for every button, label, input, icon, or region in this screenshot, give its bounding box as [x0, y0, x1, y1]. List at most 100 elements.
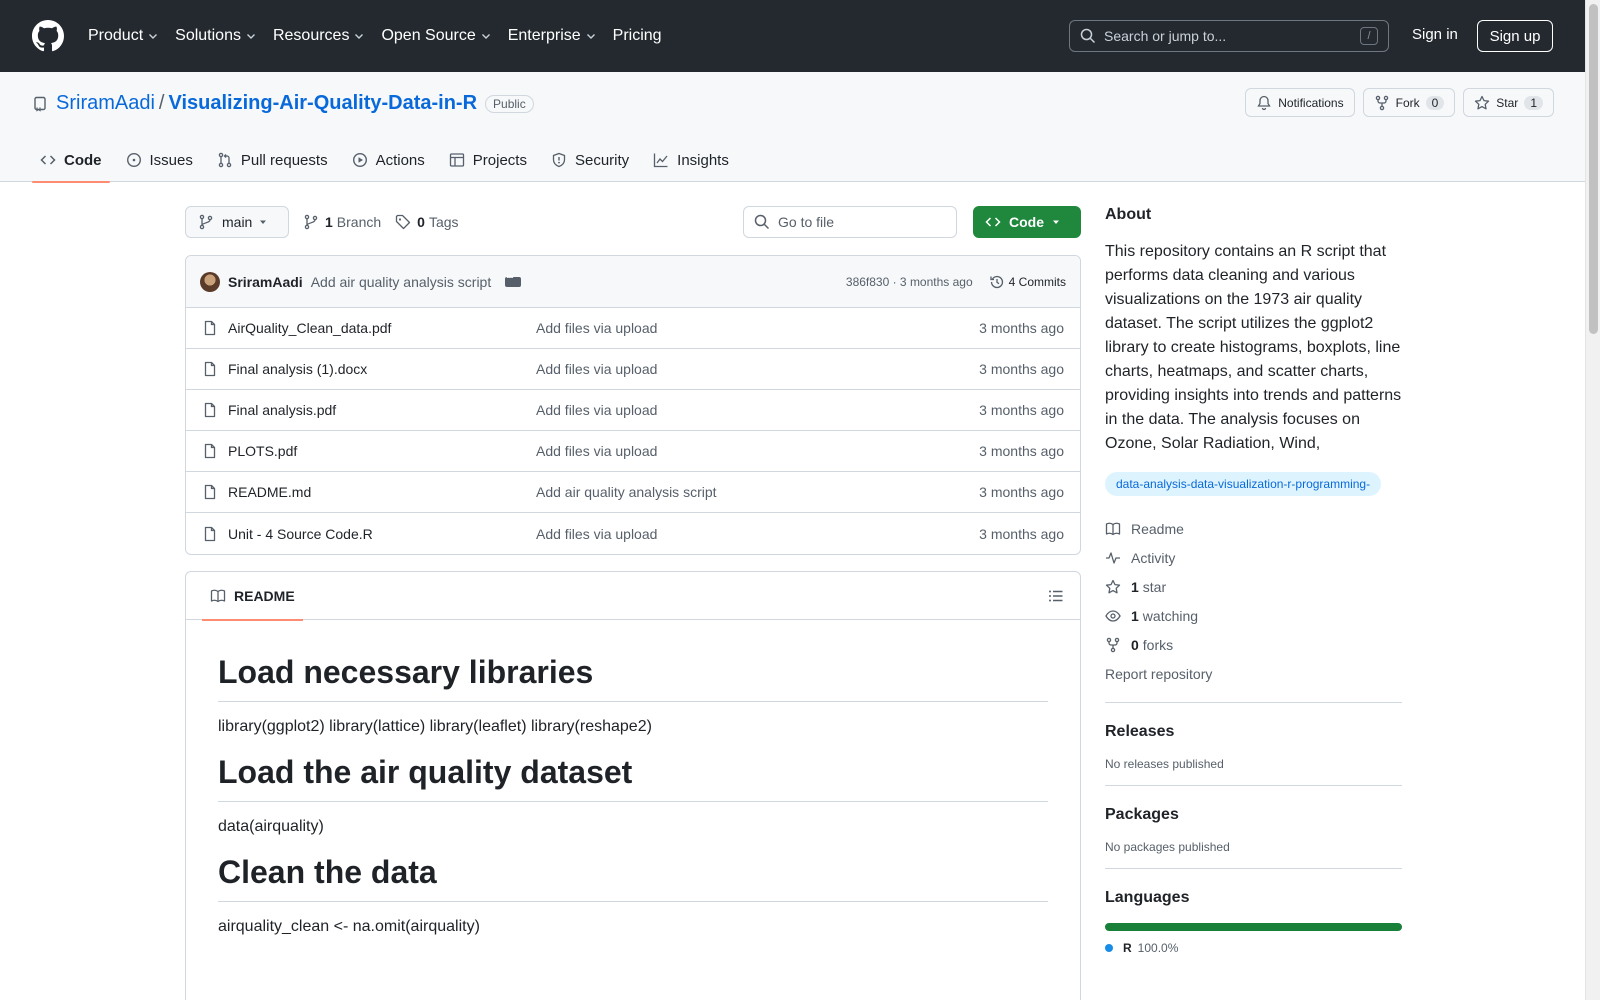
- nav-open-source[interactable]: Open Source: [381, 27, 491, 45]
- sign-in-link[interactable]: Sign in: [1412, 26, 1458, 43]
- table-row[interactable]: PLOTS.pdf Add files via upload 3 months …: [186, 431, 1080, 472]
- readme-heading: Load the air quality dataset: [218, 754, 1048, 802]
- tab-projects[interactable]: Projects: [441, 138, 535, 182]
- activity-link[interactable]: Activity: [1105, 543, 1402, 572]
- search-icon: [1080, 28, 1096, 44]
- nav-solutions[interactable]: Solutions: [175, 27, 257, 45]
- about-links: Readme Activity 1 star 1 watching 0 forks R…: [1105, 514, 1402, 688]
- branch-icon: [199, 214, 213, 230]
- file-name-link[interactable]: Final analysis.pdf: [202, 402, 536, 418]
- tags-link[interactable]: 0 Tags: [395, 214, 459, 230]
- readme-link[interactable]: Readme: [1105, 514, 1402, 543]
- caret-down-icon: [1053, 220, 1059, 224]
- file-name-link[interactable]: README.md: [202, 484, 536, 500]
- code-icon: [985, 217, 1001, 227]
- file-icon: [204, 402, 216, 418]
- report-repository-link[interactable]: Report repository: [1105, 659, 1402, 688]
- commit-author-link[interactable]: SriramAadi: [228, 274, 303, 290]
- file-commit-message[interactable]: Add files via upload: [536, 320, 657, 336]
- file-commit-message[interactable]: Add files via upload: [536, 443, 657, 459]
- tab-code[interactable]: Code: [32, 138, 110, 183]
- play-icon: [352, 152, 367, 168]
- commits-history-link[interactable]: 4 Commits: [989, 274, 1066, 290]
- commit-hash-time[interactable]: 386f830 · 3 months ago: [846, 275, 973, 289]
- star-count: 1: [1524, 95, 1543, 110]
- outline-list-icon[interactable]: [1048, 588, 1064, 604]
- nav-enterprise[interactable]: Enterprise: [508, 27, 597, 45]
- file-commit-message[interactable]: Add files via upload: [536, 526, 657, 542]
- file-name-link[interactable]: AirQuality_Clean_data.pdf: [202, 320, 536, 336]
- ellipsis-icon[interactable]: [505, 272, 522, 287]
- repo-separator: /: [158, 92, 165, 114]
- file-date: 3 months ago: [979, 443, 1064, 459]
- notifications-button[interactable]: Notifications: [1245, 88, 1355, 117]
- table-row[interactable]: Final analysis.pdf Add files via upload …: [186, 390, 1080, 431]
- nav-pricing[interactable]: Pricing: [613, 27, 662, 45]
- go-to-file-input[interactable]: Go to file: [743, 206, 957, 238]
- page-scrollbar[interactable]: [1585, 0, 1600, 1000]
- tab-security[interactable]: Security: [543, 138, 637, 182]
- table-icon: [449, 153, 464, 167]
- nav-resources[interactable]: Resources: [273, 27, 365, 45]
- file-name-link[interactable]: Final analysis (1).docx: [202, 361, 536, 377]
- issue-icon: [126, 152, 141, 168]
- tab-pull-requests[interactable]: Pull requests: [209, 138, 336, 182]
- history-icon: [990, 275, 1003, 288]
- file-name-link[interactable]: Unit - 4 Source Code.R: [202, 526, 536, 542]
- star-icon: [1475, 95, 1490, 109]
- about-title: About: [1105, 206, 1152, 223]
- commit-message-link[interactable]: Add air quality analysis script: [311, 274, 492, 290]
- table-row[interactable]: AirQuality_Clean_data.pdf Add files via …: [186, 308, 1080, 349]
- repo-owner-link[interactable]: SriramAadi: [56, 92, 155, 115]
- repo-tabs: Code Issues Pull requests Actions Projec…: [32, 138, 745, 183]
- watchers-link[interactable]: 1 watching: [1105, 601, 1402, 630]
- sign-up-button[interactable]: Sign up: [1477, 20, 1553, 52]
- file-commit-message[interactable]: Add files via upload: [536, 361, 657, 377]
- search-placeholder: Search or jump to...: [1104, 28, 1227, 44]
- readme-header: README: [186, 572, 1080, 621]
- nav-product[interactable]: Product: [88, 27, 159, 45]
- releases-title[interactable]: Releases: [1105, 723, 1402, 741]
- stars-link[interactable]: 1 star: [1105, 572, 1402, 601]
- file-date: 3 months ago: [979, 525, 1064, 542]
- pull-request-icon: [218, 152, 232, 168]
- tab-readme[interactable]: README: [202, 572, 303, 621]
- file-commit-message[interactable]: Add files via upload: [536, 402, 657, 418]
- tab-actions[interactable]: Actions: [344, 138, 433, 182]
- file-commit-message[interactable]: Add air quality analysis script: [536, 484, 717, 500]
- branches-link[interactable]: 1 Branch: [303, 214, 381, 230]
- readme-paragraph: library(ggplot2) library(lattice) librar…: [218, 718, 652, 735]
- global-search-input[interactable]: Search or jump to... /: [1069, 20, 1389, 52]
- fork-button[interactable]: Fork 0: [1362, 88, 1456, 117]
- top-nav: Product Solutions Resources Open Source …: [88, 27, 678, 45]
- tab-insights[interactable]: Insights: [645, 138, 737, 182]
- packages-title[interactable]: Packages: [1105, 806, 1402, 824]
- avatar[interactable]: [200, 271, 220, 292]
- language-color-dot: [1105, 944, 1113, 952]
- caret-down-icon: [260, 220, 266, 224]
- github-logo-icon[interactable]: [32, 20, 64, 52]
- repo-name-link[interactable]: Visualizing-Air-Quality-Data-in-R: [168, 92, 477, 115]
- tab-issues[interactable]: Issues: [118, 138, 201, 182]
- forks-link[interactable]: 0 forks: [1105, 630, 1402, 659]
- language-item-r[interactable]: R 100.0%: [1105, 941, 1402, 955]
- eye-icon: [1105, 609, 1121, 622]
- file-name-link[interactable]: PLOTS.pdf: [202, 443, 536, 459]
- table-row[interactable]: Unit - 4 Source Code.R Add files via upl…: [186, 513, 1080, 554]
- packages-empty-text: No packages published: [1105, 840, 1230, 854]
- file-icon: [204, 526, 216, 541]
- readme-panel: README Load necessary libraries library(…: [185, 571, 1081, 1000]
- table-row[interactable]: Final analysis (1).docx Add files via up…: [186, 349, 1080, 390]
- readme-heading: Load necessary libraries: [218, 654, 1048, 702]
- scrollbar-thumb[interactable]: [1589, 4, 1598, 334]
- code-dropdown-button[interactable]: Code: [973, 206, 1081, 238]
- visibility-badge: Public: [485, 94, 534, 113]
- table-row[interactable]: README.md Add air quality analysis scrip…: [186, 472, 1080, 513]
- branch-selector[interactable]: main: [185, 206, 289, 238]
- fork-icon: [1375, 95, 1388, 110]
- file-icon: [204, 484, 216, 500]
- topic-tag[interactable]: data-analysis-data-visualization-r-progr…: [1105, 472, 1382, 496]
- chevron-down-icon: [586, 34, 595, 39]
- file-date: 3 months ago: [979, 402, 1064, 418]
- star-button[interactable]: Star 1: [1463, 88, 1554, 117]
